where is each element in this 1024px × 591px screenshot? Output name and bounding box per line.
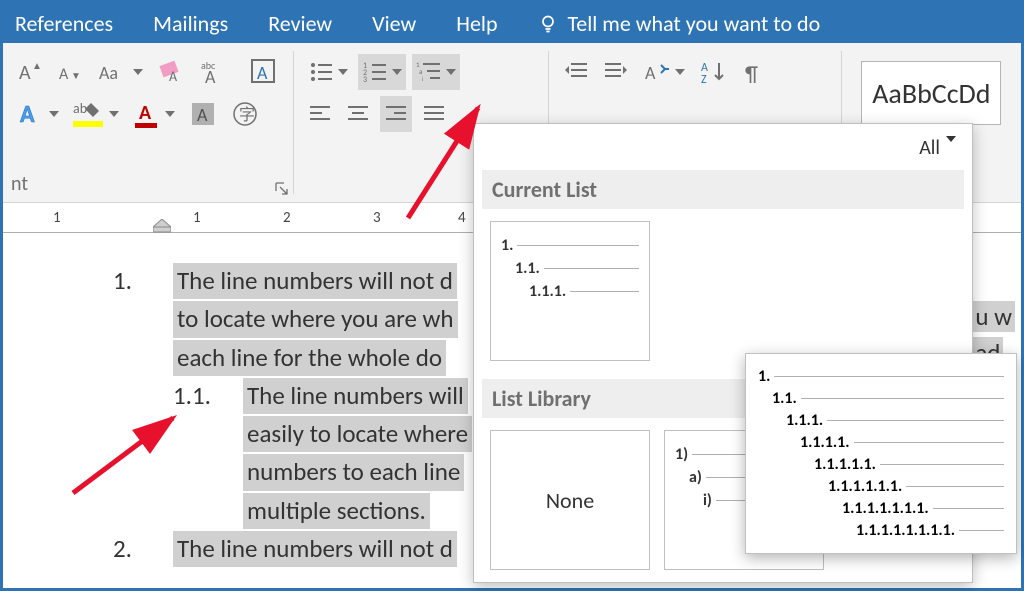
list-text: The line numbers will not d <box>173 531 457 567</box>
multilevel-list-button[interactable]: 1ai <box>412 54 460 90</box>
ribbon-tabs: References Mailings Review View Help Tel… <box>3 3 1021 43</box>
svg-text:A: A <box>169 68 178 85</box>
list-preview-tooltip: 1. 1.1. 1.1.1. 1.1.1.1. 1.1.1.1.1. 1.1.1… <box>745 353 1017 554</box>
tab-help[interactable]: Help <box>456 10 497 37</box>
tell-me-label: Tell me what you want to do <box>568 10 821 37</box>
font-group-label: nt <box>11 172 28 196</box>
list-text: numbers to each line <box>243 454 464 490</box>
tell-me[interactable]: Tell me what you want to do <box>538 10 821 37</box>
current-list-thumb[interactable]: 1. 1.1. 1.1.1. <box>490 221 650 361</box>
list-number: 1.1. <box>173 378 243 414</box>
svg-text:A: A <box>205 66 216 85</box>
tab-view[interactable]: View <box>372 10 416 37</box>
tab-mailings[interactable]: Mailings <box>153 10 228 37</box>
svg-text:¶: ¶ <box>745 60 758 85</box>
list-text: each line for the whole do <box>173 340 446 376</box>
lightbulb-icon <box>538 13 558 33</box>
list-number: 2. <box>113 531 173 567</box>
highlight-button[interactable]: ab <box>69 96 123 132</box>
ruler-tick: 1 <box>193 209 201 227</box>
tab-references[interactable]: References <box>15 10 113 37</box>
svg-text:A: A <box>19 61 31 85</box>
show-paragraph-marks-button[interactable]: ¶ <box>737 54 771 90</box>
justify-button[interactable] <box>418 96 450 132</box>
list-text: easily to locate where <box>243 416 472 452</box>
text-effects-button[interactable]: A <box>13 96 63 132</box>
list-library-none[interactable]: None <box>490 430 650 570</box>
tab-review[interactable]: Review <box>268 10 332 37</box>
font-color-button[interactable]: A <box>129 96 179 132</box>
text-direction-button[interactable]: A <box>639 54 689 90</box>
svg-text:A: A <box>197 104 208 126</box>
character-border-button[interactable]: A <box>245 54 283 90</box>
clear-formatting-button[interactable]: A <box>153 54 191 90</box>
shrink-font-button[interactable]: A▼ <box>53 54 87 90</box>
svg-text:▲: ▲ <box>32 59 42 72</box>
phonetic-guide-button[interactable]: abcA <box>197 54 239 90</box>
align-center-button[interactable] <box>342 96 374 132</box>
style-normal[interactable]: AaBbCcDd <box>861 61 1001 125</box>
font-dialog-launcher[interactable] <box>275 182 289 196</box>
svg-text:ab: ab <box>73 100 87 117</box>
numbering-button[interactable]: 123 <box>358 54 406 90</box>
svg-text:A: A <box>59 65 69 84</box>
svg-text:A: A <box>257 62 268 84</box>
svg-text:Aa: Aa <box>99 62 118 84</box>
svg-text:Z: Z <box>701 73 707 85</box>
list-text: to locate where you are wh <box>173 301 458 337</box>
enclose-characters-button[interactable]: 字 <box>227 96 263 132</box>
bullets-button[interactable] <box>304 54 352 90</box>
ruler-tick: 3 <box>373 209 381 227</box>
svg-text:▼: ▼ <box>71 69 81 82</box>
increase-indent-button[interactable] <box>599 54 633 90</box>
svg-text:字: 字 <box>239 106 255 125</box>
ruler-tick: 1 <box>53 209 61 227</box>
ruler-tick: 4 <box>458 209 466 227</box>
ruler-tick: 2 <box>283 209 291 227</box>
grow-font-button[interactable]: A▲ <box>13 54 47 90</box>
change-case-button[interactable]: Aa <box>93 54 147 90</box>
dropdown-filter[interactable]: All <box>482 132 964 164</box>
list-text: multiple sections. <box>243 493 430 529</box>
indent-marker-icon[interactable] <box>153 219 171 233</box>
align-left-button[interactable] <box>304 96 336 132</box>
list-number: 1. <box>113 263 173 299</box>
align-right-button[interactable] <box>380 96 412 132</box>
svg-text:A: A <box>645 62 656 84</box>
character-shading-button[interactable]: A <box>185 96 221 132</box>
svg-text:3: 3 <box>363 75 367 85</box>
font-group: A▲ A▼ Aa A abcA A A ab A A 字 nt <box>3 43 293 202</box>
list-text: The line numbers will <box>243 378 468 414</box>
sort-button[interactable]: AZ <box>695 54 731 90</box>
svg-text:i: i <box>422 75 424 83</box>
list-text: The line numbers will not d <box>173 263 457 299</box>
section-current-list: Current List <box>482 170 964 209</box>
svg-text:A: A <box>20 100 35 128</box>
decrease-indent-button[interactable] <box>559 54 593 90</box>
svg-text:A: A <box>139 101 152 125</box>
